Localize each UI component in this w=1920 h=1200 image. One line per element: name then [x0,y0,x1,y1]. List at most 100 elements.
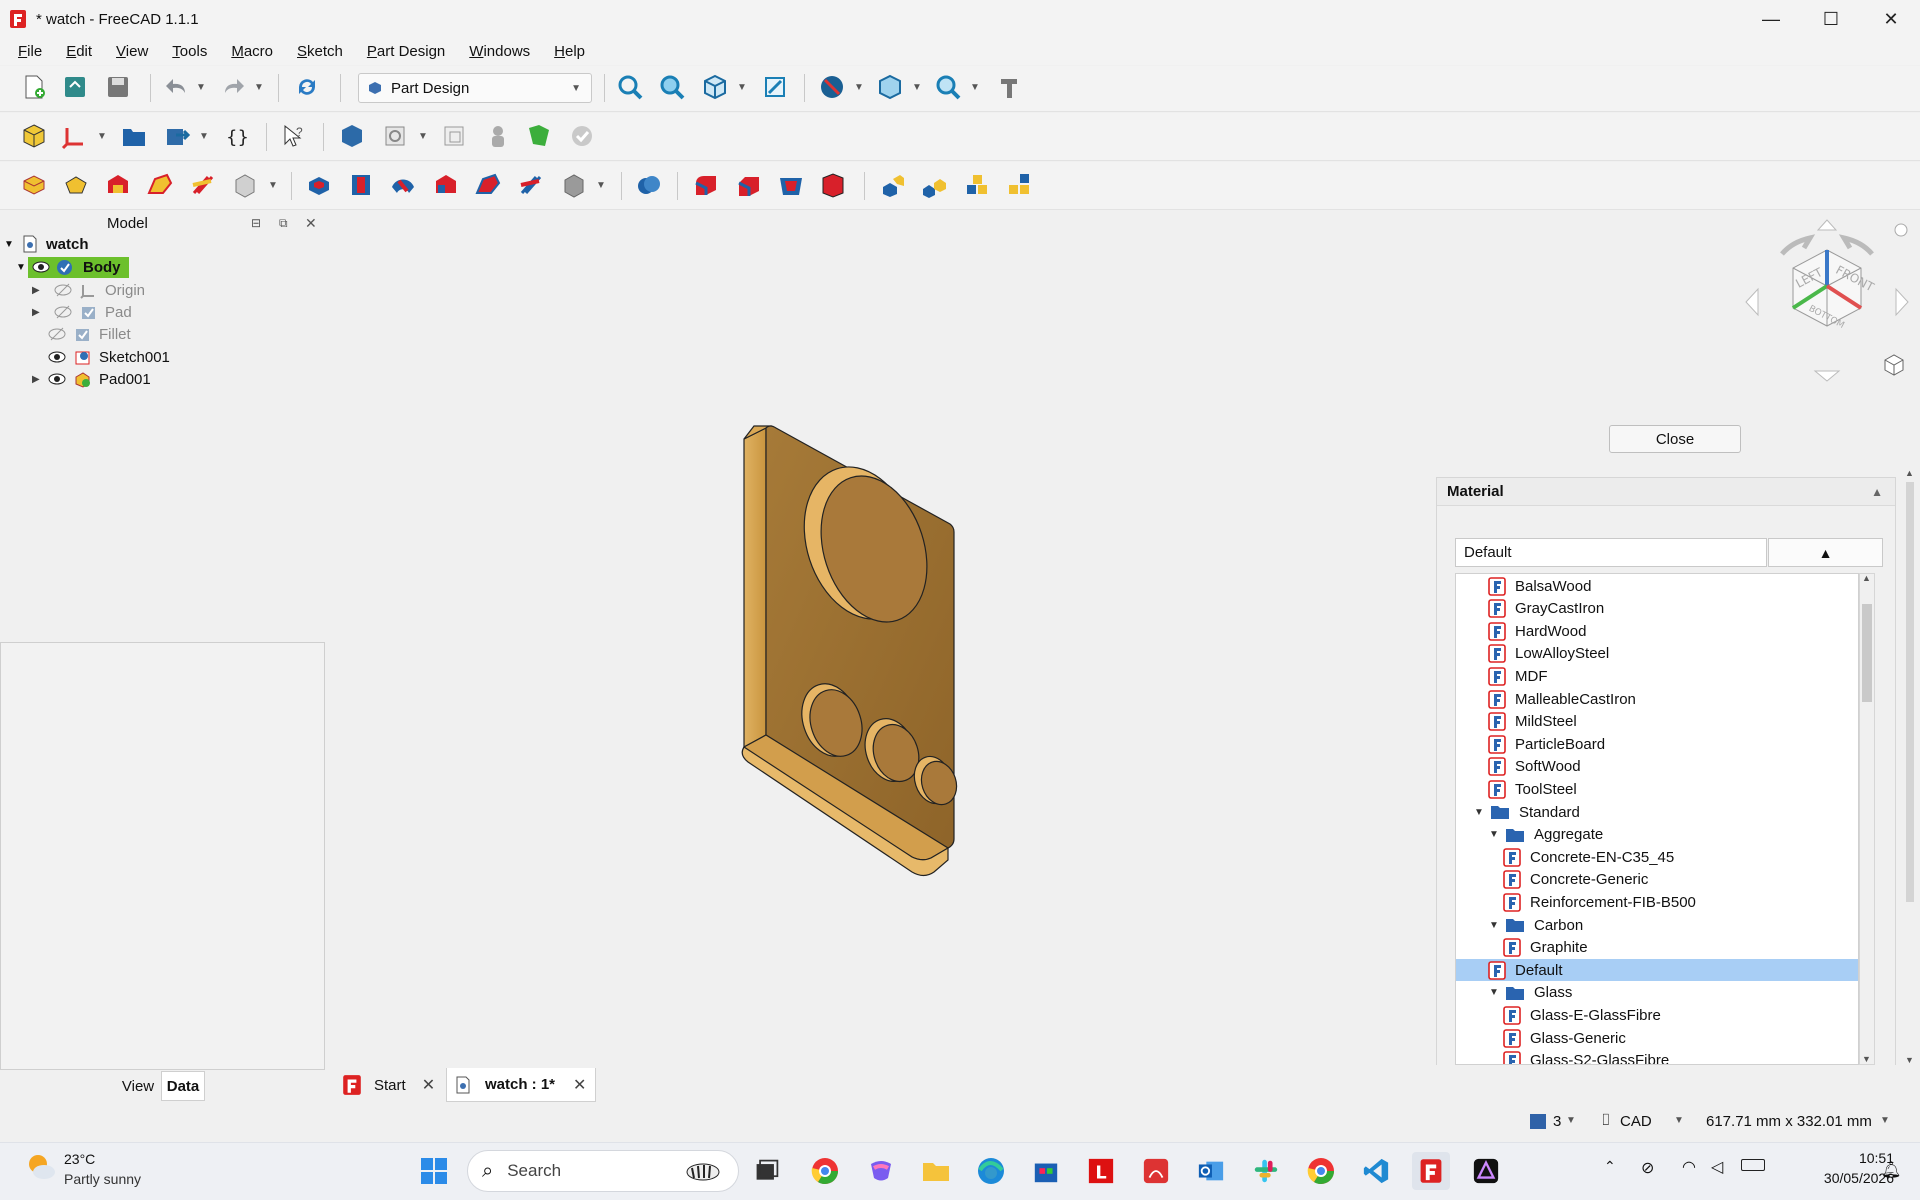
file-explorer-icon[interactable] [917,1152,955,1190]
material-item[interactable]: MalleableCastIron [1456,688,1858,710]
expand-arrow-icon[interactable]: ▶ [32,374,46,385]
hidden-eye-icon[interactable] [54,283,72,297]
groove-icon[interactable] [388,170,418,200]
hidden-eye-icon[interactable] [48,327,66,341]
ai-app-icon[interactable] [1467,1152,1505,1190]
doc-tab-watch[interactable]: watch : 1* ✕ [446,1068,596,1102]
material-tree-scrollbar[interactable]: ▲ ▼ [1859,573,1875,1065]
task-view-icon[interactable] [748,1152,786,1190]
material-item[interactable]: MildSteel [1456,711,1858,733]
additive-loft-icon[interactable] [103,170,133,200]
attach-icon[interactable] [483,121,513,151]
tree-item-origin[interactable]: ▶ Origin [32,279,145,301]
workbench-selector[interactable]: Part Design ▼ [358,73,592,103]
subtractive-primitive-icon[interactable] [559,170,589,200]
fit-all-icon[interactable] [615,72,645,102]
measure-tool-icon[interactable] [994,72,1024,102]
taskbar-search[interactable]: ⌕ Search [467,1150,739,1192]
fit-selection-icon[interactable] [657,72,687,102]
menu-help[interactable]: Help [542,43,597,60]
tree-item-sketch001[interactable]: Sketch001 [46,346,170,368]
material-collapse-button[interactable]: ▲ [1768,538,1883,567]
selection-count[interactable]: 3 [1553,1113,1561,1130]
additive-pipe-icon[interactable] [145,170,175,200]
material-item[interactable]: Graphite [1456,937,1858,959]
material-item[interactable]: MDF [1456,665,1858,687]
save-icon[interactable] [103,72,133,102]
clock-date[interactable]: 30/05/2026 [1784,1170,1894,1186]
notification-bell-icon[interactable]: 🔔︎ [1881,1160,1901,1180]
open-document-icon[interactable] [60,72,90,102]
visibility-eye-icon[interactable] [48,372,66,386]
menu-file[interactable]: File [6,43,54,60]
volume-muted-icon[interactable]: ◁ [1711,1157,1723,1177]
edge-icon[interactable] [972,1152,1010,1190]
create-part-icon[interactable] [119,121,149,151]
freecad-taskbar-icon[interactable] [1412,1152,1450,1190]
material-item[interactable]: BalsaWood [1456,575,1858,597]
material-item[interactable]: SoftWood [1456,756,1858,778]
slack-icon[interactable] [1247,1152,1285,1190]
chrome-icon[interactable] [806,1152,844,1190]
mirrored-icon[interactable] [878,170,908,200]
expand-arrow-icon[interactable]: ▼ [1489,920,1499,931]
clone-icon[interactable] [440,121,470,151]
expand-arrow-icon[interactable]: ▼ [4,239,18,250]
expand-arrow-icon[interactable]: ▼ [16,262,28,273]
refresh-icon[interactable] [292,72,322,102]
datum-icon[interactable] [60,121,90,151]
material-item[interactable]: Reinforcement-FIB-B500 [1456,891,1858,913]
validate-sketch-icon[interactable] [567,121,597,151]
material-item[interactable]: Glass-Generic [1456,1027,1858,1049]
float-icon[interactable]: ⧉ [279,216,288,231]
tree-item-watch[interactable]: ▼ watch [4,233,89,255]
menu-edit[interactable]: Edit [54,43,104,60]
expand-arrow-icon[interactable]: ▼ [1489,829,1499,840]
outlook-icon[interactable] [1192,1152,1230,1190]
tree-item-body[interactable]: ▼ Body [16,256,129,278]
close-window-button[interactable]: ✕ [1862,0,1920,38]
fillet-icon[interactable] [691,170,721,200]
material-folder[interactable]: ▼ Carbon [1456,914,1858,936]
property-view[interactable] [0,642,325,1070]
expand-arrow-icon[interactable]: ▼ [1474,807,1484,818]
tab-view[interactable]: View [116,1071,160,1101]
start-icon[interactable] [415,1152,453,1190]
material-folder[interactable]: ▼ Aggregate [1456,824,1858,846]
additive-helix-icon[interactable] [188,170,218,200]
chrome-profile-icon[interactable] [1302,1152,1340,1190]
redo-icon[interactable] [218,72,248,102]
polar-pattern-icon[interactable] [963,170,993,200]
whats-this-icon[interactable]: ? [279,121,309,151]
close-tab-icon[interactable]: ✕ [573,1075,586,1095]
material-item[interactable]: Concrete-Generic [1456,869,1858,891]
draw-style-icon[interactable] [817,72,847,102]
subtractive-helix-icon[interactable] [516,170,546,200]
navigation-cube[interactable]: LEFT FRONT BOTTOM [1742,214,1912,389]
visibility-eye-icon[interactable] [48,350,66,364]
navigation-style[interactable]: CAD [1620,1113,1652,1130]
tree-item-pad[interactable]: ▶ Pad [32,301,132,323]
thickness-icon[interactable] [818,170,848,200]
visibility-eye-icon[interactable] [32,260,50,274]
material-item[interactable]: HardWood [1456,620,1858,642]
subtractive-loft-icon[interactable] [431,170,461,200]
link-icon[interactable] [163,121,193,151]
expand-arrow-icon[interactable]: ▶ [32,285,46,296]
doc-tab-start[interactable]: Start ✕ [334,1068,444,1102]
material-item[interactable]: LowAlloySteel [1456,643,1858,665]
menu-sketch[interactable]: Sketch [285,43,355,60]
close-task-button[interactable]: Close [1609,425,1741,453]
boolean-icon[interactable] [634,170,664,200]
weather-icon[interactable] [24,1150,58,1184]
battery-icon[interactable] [1741,1159,1765,1171]
expand-arrow-icon[interactable]: ▶ [32,307,46,318]
draft-icon[interactable] [776,170,806,200]
box-selection-icon[interactable] [875,72,905,102]
network-off-icon[interactable]: ⊘ [1641,1158,1654,1178]
menu-tools[interactable]: Tools [160,43,219,60]
tree-item-pad001[interactable]: ▶ Pad001 [32,368,151,390]
material-tree[interactable]: BalsaWood GrayCastIron HardWood LowAlloySte… [1455,573,1859,1065]
multi-transform-icon[interactable] [1005,170,1035,200]
create-body-icon[interactable] [19,121,49,151]
